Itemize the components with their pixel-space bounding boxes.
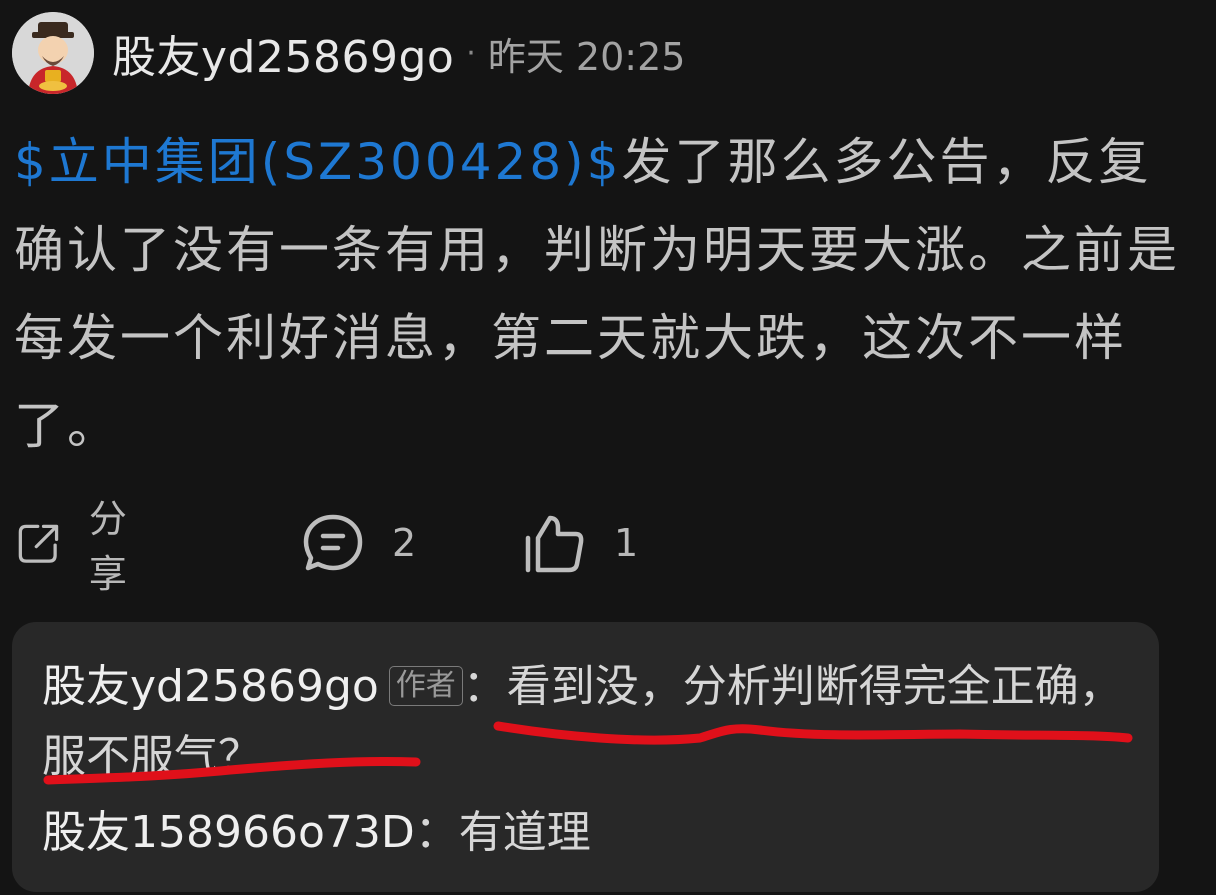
comment-button[interactable]: 2 bbox=[302, 510, 416, 576]
author-tag: 作者 bbox=[388, 666, 463, 706]
share-button[interactable]: 分享 bbox=[16, 497, 144, 596]
comment-item[interactable]: 股友yd25869go 作者 ：看到没，分析判断得完全正确，服不服气？ bbox=[42, 652, 1137, 792]
comment-item[interactable]: 股友158966o73D：有道理 bbox=[42, 798, 1137, 868]
post-header: 股友yd25869go · 昨天 20:25 bbox=[12, 12, 685, 94]
post-page: 股友yd25869go · 昨天 20:25 $立中集团(SZ300428)$发… bbox=[0, 0, 1216, 895]
stock-link[interactable]: $立中集团(SZ300428)$ bbox=[14, 133, 622, 191]
comment-user[interactable]: 股友158966o73D bbox=[42, 807, 415, 858]
share-icon bbox=[18, 524, 59, 563]
comment-user[interactable]: 股友yd25869go bbox=[42, 661, 379, 712]
post-body: $立中集团(SZ300428)$发了那么多公告，反复确认了没有一条有用，判断为明… bbox=[14, 118, 1184, 470]
separator-dot: · bbox=[466, 35, 476, 71]
author-name[interactable]: 股友yd25869go bbox=[112, 21, 454, 85]
avatar-icon bbox=[12, 12, 94, 94]
like-count: 1 bbox=[614, 521, 639, 565]
like-button[interactable]: 1 bbox=[524, 510, 638, 576]
avatar[interactable] bbox=[12, 12, 94, 94]
comments-box[interactable]: 股友yd25869go 作者 ：看到没，分析判断得完全正确，服不服气？ 股友1589… bbox=[12, 622, 1159, 892]
comment-icon bbox=[303, 514, 363, 571]
share-label: 分享 bbox=[88, 497, 127, 596]
comment-text: ：有道理 bbox=[414, 807, 591, 858]
post-time: 昨天 20:25 bbox=[487, 34, 686, 79]
like-icon bbox=[525, 515, 584, 573]
comment-count: 2 bbox=[392, 521, 417, 565]
